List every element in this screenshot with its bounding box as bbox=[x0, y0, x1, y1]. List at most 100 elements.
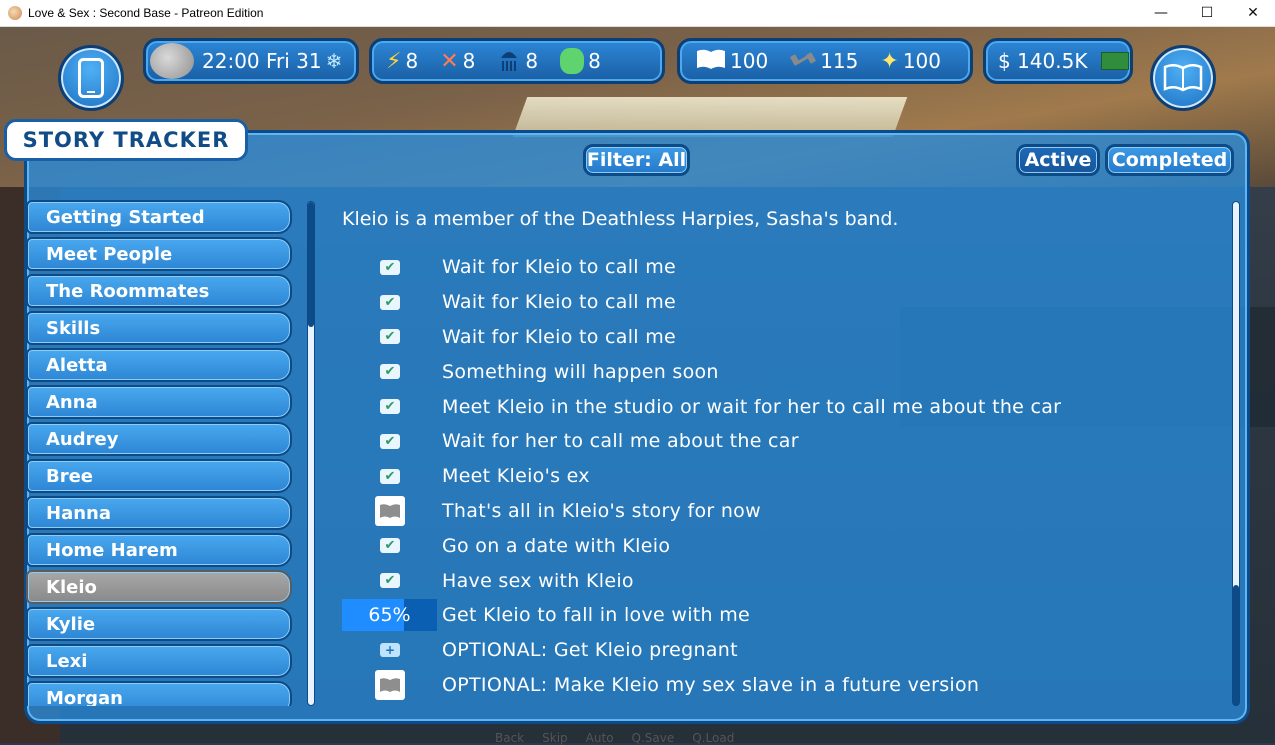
tab-completed[interactable]: Completed bbox=[1105, 144, 1234, 176]
step-text: OPTIONAL: Get Kleio pregnant bbox=[442, 639, 738, 662]
story-item[interactable]: Kleio bbox=[26, 570, 292, 604]
story-step: ✔ Wait for Kleio to call me bbox=[342, 285, 1222, 320]
money-display: $ 140.5K bbox=[983, 38, 1133, 84]
story-step: ✔ Meet Kleio in the studio or wait for he… bbox=[342, 389, 1222, 424]
checkmark-icon: ✔ bbox=[380, 573, 400, 589]
step-complete-marker: ✔ bbox=[342, 530, 438, 562]
step-text: Wait for Kleio to call me bbox=[442, 325, 677, 348]
time-display: 22:00 Fri 31 ❄ bbox=[143, 38, 359, 84]
step-progress-marker: 65% bbox=[342, 599, 438, 632]
story-item[interactable]: Getting Started bbox=[26, 200, 292, 234]
step-text: Wait for Kleio to call me bbox=[442, 256, 677, 279]
story-step: ✔ Something will happen soon bbox=[342, 354, 1222, 389]
story-tracker-title: STORY TRACKER bbox=[4, 119, 248, 161]
intellect-value: 100 bbox=[730, 49, 769, 73]
shower-icon bbox=[497, 46, 521, 77]
story-details: Kleio is a member of the Deathless Harpi… bbox=[342, 200, 1222, 705]
story-list-scrollbar[interactable] bbox=[307, 201, 315, 706]
story-item[interactable]: Aletta bbox=[26, 348, 292, 382]
story-item[interactable]: Bree bbox=[26, 459, 292, 493]
close-button[interactable]: ✕ bbox=[1230, 0, 1275, 26]
story-step: OPTIONAL: Make Kleio my sex slave in a f… bbox=[342, 668, 1222, 703]
checkmark-icon: ✔ bbox=[380, 399, 400, 415]
step-complete-marker: ✔ bbox=[342, 391, 438, 423]
step-text: Meet Kleio in the studio or wait for her… bbox=[442, 395, 1062, 418]
money-value: $ 140.5K bbox=[998, 49, 1088, 73]
story-details-scrollbar[interactable] bbox=[1232, 201, 1240, 706]
checkmark-icon: ✔ bbox=[380, 538, 400, 554]
energy-value: 8 bbox=[405, 49, 419, 73]
window-title: Love & Sex : Second Base - Patreon Editi… bbox=[28, 6, 264, 20]
story-item[interactable]: Audrey bbox=[26, 422, 292, 456]
charisma-value: 100 bbox=[902, 49, 941, 73]
phone-icon bbox=[78, 58, 104, 98]
snowflake-icon: ❄ bbox=[325, 49, 343, 73]
step-complete-marker: ✔ bbox=[342, 425, 438, 457]
story-item[interactable]: Hanna bbox=[26, 496, 292, 530]
step-complete-marker: ✔ bbox=[342, 356, 438, 388]
story-item[interactable]: Home Harem bbox=[26, 533, 292, 567]
mask-icon bbox=[560, 48, 585, 74]
story-step: ✔ Have sex with Kleio bbox=[342, 563, 1222, 598]
story-list-scroll-thumb[interactable] bbox=[308, 202, 314, 327]
story-description: Kleio is a member of the Deathless Harpi… bbox=[342, 208, 899, 230]
story-item[interactable]: Meet People bbox=[26, 237, 292, 271]
progress-bar: 65% bbox=[342, 599, 437, 632]
progress-label: 65% bbox=[368, 604, 411, 627]
app-icon bbox=[8, 6, 22, 20]
step-complete-marker: ✔ bbox=[342, 565, 438, 597]
checkmark-icon: ✔ bbox=[380, 329, 400, 345]
step-text: OPTIONAL: Make Kleio my sex slave in a f… bbox=[442, 673, 980, 696]
stats-display: 100 115 ✦ 100 bbox=[677, 38, 973, 84]
sparkle-icon: ✦ bbox=[880, 48, 899, 74]
checkmark-icon: ✔ bbox=[380, 259, 400, 275]
story-step: + OPTIONAL: Get Kleio pregnant bbox=[342, 633, 1222, 668]
lightning-icon: ⚡ bbox=[386, 48, 402, 74]
checkmark-icon: ✔ bbox=[380, 364, 400, 380]
story-item[interactable]: Anna bbox=[26, 385, 292, 419]
book-icon bbox=[375, 495, 405, 526]
needs-display: ⚡ 8 ✕ 8 8 8 bbox=[369, 38, 665, 84]
story-item[interactable]: Skills bbox=[26, 311, 292, 345]
tab-active[interactable]: Active bbox=[1016, 144, 1100, 176]
step-optional-marker: + bbox=[342, 634, 438, 666]
window-titlebar: Love & Sex : Second Base - Patreon Editi… bbox=[0, 0, 1275, 27]
step-pending-marker bbox=[342, 495, 438, 527]
checkmark-icon: ✔ bbox=[380, 468, 400, 484]
story-step: ✔ Wait for her to call me about the car bbox=[342, 424, 1222, 459]
step-text: Go on a date with Kleio bbox=[442, 534, 671, 557]
step-text: Get Kleio to fall in love with me bbox=[442, 604, 750, 627]
step-text: Something will happen soon bbox=[442, 360, 719, 383]
maximize-button[interactable]: ☐ bbox=[1184, 0, 1230, 26]
story-item[interactable]: Kylie bbox=[26, 607, 292, 641]
step-complete-marker: ✔ bbox=[342, 460, 438, 492]
book-icon bbox=[375, 669, 405, 700]
story-item[interactable]: The Roommates bbox=[26, 274, 292, 308]
step-complete-marker: ✔ bbox=[342, 251, 438, 283]
story-details-scroll-thumb[interactable] bbox=[1233, 585, 1239, 706]
filter-button[interactable]: Filter: All bbox=[583, 144, 690, 176]
step-complete-marker: ✔ bbox=[342, 321, 438, 353]
story-list: Getting Started Meet People The Roommates S… bbox=[26, 200, 292, 706]
moon-icon bbox=[150, 43, 194, 79]
story-step: ✔ Go on a date with Kleio bbox=[342, 528, 1222, 563]
story-step: 65% Get Kleio to fall in love with me bbox=[342, 598, 1222, 633]
story-steps: ✔ Wait for Kleio to call me ✔ Wait for Klei… bbox=[342, 250, 1222, 702]
story-step: ✔ Wait for Kleio to call me bbox=[342, 250, 1222, 285]
open-book-icon bbox=[1163, 64, 1203, 92]
story-item[interactable]: Morgan bbox=[26, 681, 292, 706]
step-text: That's all in Kleio's story for now bbox=[442, 499, 761, 522]
step-pending-marker bbox=[342, 669, 438, 701]
journal-button[interactable] bbox=[1150, 45, 1216, 111]
checkmark-icon: ✔ bbox=[380, 294, 400, 310]
minimize-button[interactable]: — bbox=[1138, 0, 1184, 26]
book-icon bbox=[696, 48, 726, 75]
step-text: Have sex with Kleio bbox=[442, 569, 634, 592]
phone-button[interactable] bbox=[58, 45, 124, 111]
step-text: Meet Kleio's ex bbox=[442, 465, 590, 488]
fitness-value: 115 bbox=[820, 49, 859, 73]
step-complete-marker: ✔ bbox=[342, 286, 438, 318]
fork-knife-icon: ✕ bbox=[440, 48, 459, 74]
plus-icon: + bbox=[380, 643, 400, 658]
story-item[interactable]: Lexi bbox=[26, 644, 292, 678]
